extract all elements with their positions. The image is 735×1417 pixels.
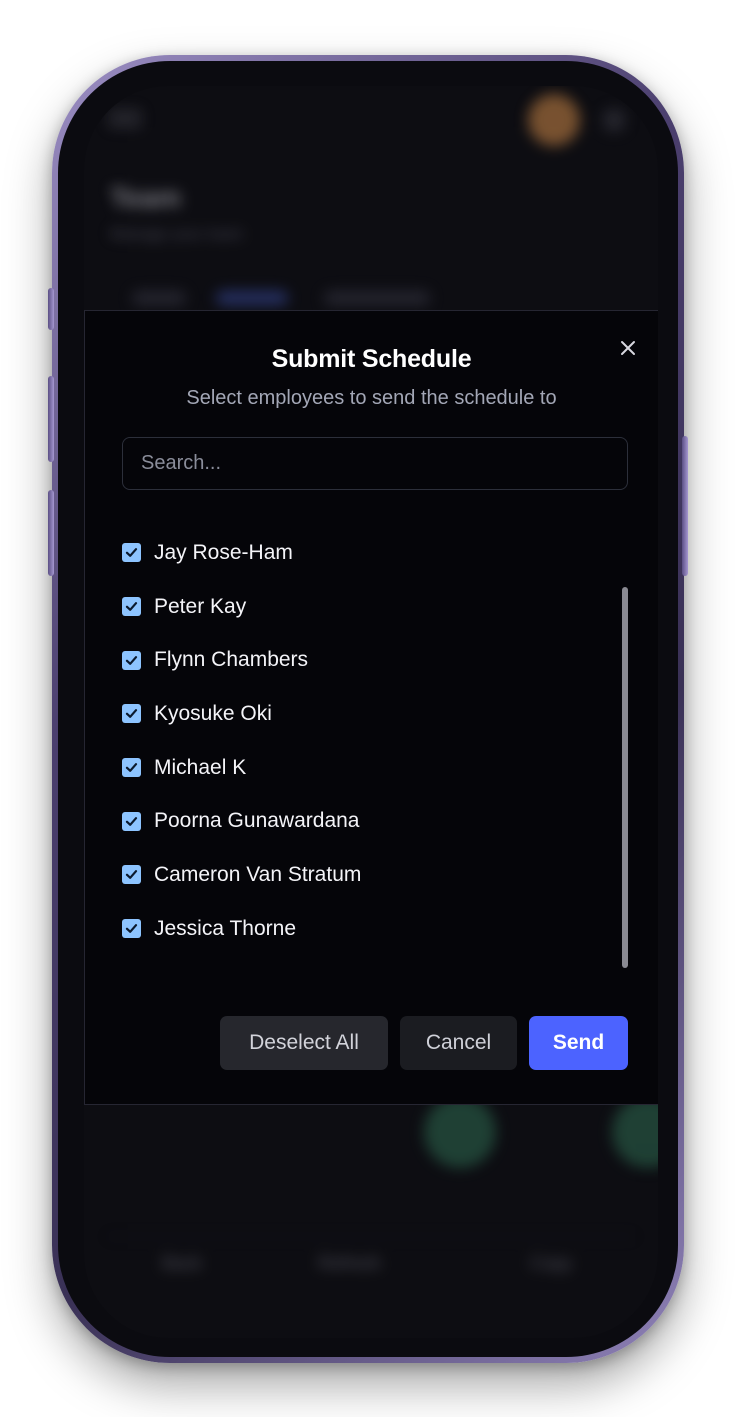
check-icon xyxy=(125,709,138,719)
employee-list-item[interactable]: Jay Rose-Ham xyxy=(122,526,582,580)
side-button-volume-down xyxy=(48,490,54,576)
background-action-circle xyxy=(612,1096,658,1168)
employee-checkbox[interactable] xyxy=(122,865,141,885)
employee-checkbox[interactable] xyxy=(122,597,141,617)
employee-checkbox[interactable] xyxy=(122,704,141,724)
close-icon xyxy=(621,341,635,355)
avatar xyxy=(528,94,580,146)
employee-name: Cameron Van Stratum xyxy=(154,862,362,886)
employee-list-item[interactable]: Michael K xyxy=(122,741,582,795)
submit-schedule-dialog: Submit Schedule Select employees to send… xyxy=(84,310,658,1105)
scrollbar[interactable] xyxy=(622,587,628,968)
deselect-all-button[interactable]: Deselect All xyxy=(220,1016,388,1070)
employee-name: Jay Rose-Ham xyxy=(154,540,293,564)
employee-name: Peter Kay xyxy=(154,594,247,618)
side-button-power xyxy=(682,436,688,576)
employee-list-item[interactable]: Poorna Gunawardana xyxy=(122,794,582,848)
phone-screen: Team Manage your team Back Refresh Copy … xyxy=(84,86,658,1338)
employee-name: Kyosuke Oki xyxy=(154,701,272,725)
check-icon xyxy=(125,602,138,611)
employee-checkbox[interactable] xyxy=(122,650,141,670)
background-refresh-label: Refresh xyxy=(318,1253,382,1273)
side-button-volume-up xyxy=(48,376,54,462)
dialog-title: Submit Schedule xyxy=(271,345,472,373)
background-bottom-bar: Back Refresh Copy xyxy=(106,1236,636,1292)
notification-icon xyxy=(602,108,626,132)
employee-list-item[interactable]: Kyosuke Oki xyxy=(122,687,582,741)
background-tab xyxy=(132,291,186,305)
check-icon xyxy=(125,548,138,558)
background-action-circle xyxy=(424,1096,496,1168)
check-icon xyxy=(125,763,138,772)
background-back-label: Back xyxy=(162,1253,203,1273)
background-tab xyxy=(324,291,430,305)
check-icon xyxy=(125,655,138,665)
dialog-subtitle: Select employees to send the schedule to xyxy=(186,387,557,409)
close-button[interactable] xyxy=(615,335,641,361)
background-tab-active xyxy=(216,291,288,305)
send-button[interactable]: Send xyxy=(529,1016,628,1070)
employee-list-item[interactable]: Flynn Chambers xyxy=(122,633,582,687)
background-title: Team xyxy=(110,182,182,213)
employee-name: Poorna Gunawardana xyxy=(154,809,360,833)
check-icon xyxy=(125,924,138,934)
check-icon xyxy=(125,870,138,880)
menu-icon xyxy=(108,106,142,130)
search-input[interactable] xyxy=(122,437,628,490)
employee-name: Michael K xyxy=(154,755,247,779)
check-icon xyxy=(125,816,138,826)
employee-list-item[interactable]: Peter Kay xyxy=(122,580,582,634)
employee-list-item[interactable]: Jessica Thorne xyxy=(122,902,582,956)
employee-name: Flynn Chambers xyxy=(154,648,309,672)
employee-checkbox[interactable] xyxy=(122,919,141,939)
background-subtitle: Manage your team xyxy=(110,226,244,243)
employee-list-item[interactable]: Cameron Van Stratum xyxy=(122,848,582,902)
employee-checkbox[interactable] xyxy=(122,811,141,831)
employee-checkbox[interactable] xyxy=(122,543,141,563)
side-button-action xyxy=(48,288,54,330)
employee-list: Jay Rose-Ham Peter Kay Flynn Chambers Kyosu… xyxy=(122,526,582,956)
background-copy-label: Copy xyxy=(530,1253,573,1273)
employee-name: Jessica Thorne xyxy=(154,916,297,940)
employee-checkbox[interactable] xyxy=(122,758,141,778)
cancel-button[interactable]: Cancel xyxy=(400,1016,517,1070)
